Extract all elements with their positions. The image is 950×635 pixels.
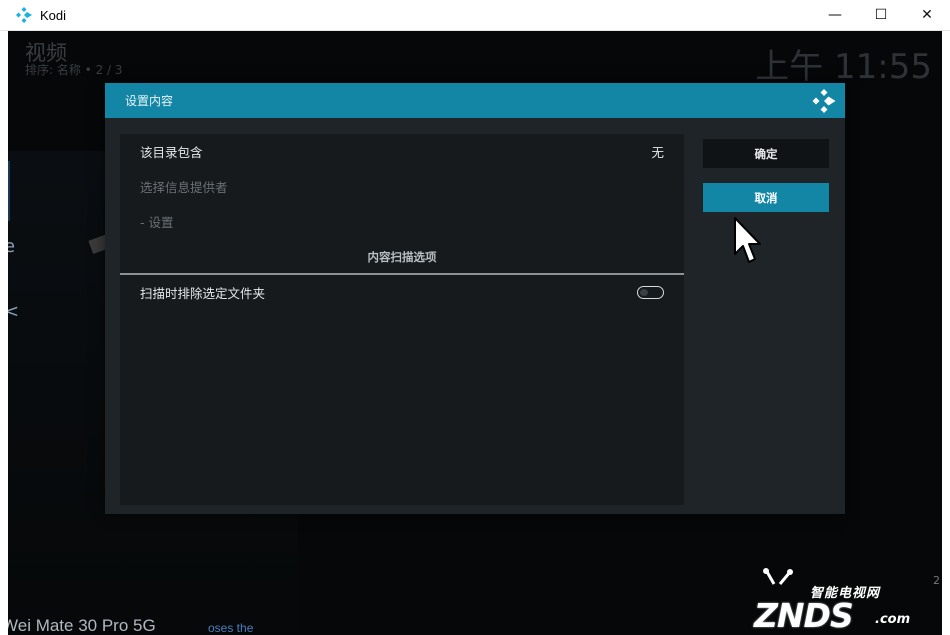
maximize-button[interactable]: ☐ [858, 0, 904, 30]
window-titlebar: Kodi — ☐ ✕ [0, 0, 950, 31]
znds-watermark: 智能电视网 ZNDS .com [748, 566, 928, 635]
row-label: 选择信息提供者 [140, 180, 228, 195]
settings-list: 该目录包含 无 选择信息提供者 - 设置 内容扫描选项 扫描时排除选定文件夹 [120, 134, 684, 505]
tv-antenna-icon [763, 568, 793, 585]
row-value: 无 [651, 145, 664, 160]
exclude-folders-toggle[interactable] [637, 286, 664, 299]
close-button[interactable]: ✕ [904, 0, 950, 30]
row-label: 扫描时排除选定文件夹 [140, 286, 266, 301]
watermark-suffix: .com [875, 612, 911, 627]
background-strip [8, 161, 10, 221]
background-link: oses the [208, 621, 254, 635]
list-item-choose-provider[interactable]: 选择信息提供者 [120, 169, 684, 204]
sort-info: 排序: 名称 • 2 / 3 [25, 63, 123, 77]
dialog-header: 设置内容 [105, 83, 845, 118]
window-title: Kodi [40, 7, 67, 23]
toggle-knob [640, 288, 648, 296]
list-item-directory-contains[interactable]: 该目录包含 无 [120, 134, 684, 169]
kodi-logo-icon [812, 89, 836, 113]
list-item-settings[interactable]: - 设置 [120, 204, 684, 239]
list-item-exclude-folders[interactable]: 扫描时排除选定文件夹 [120, 275, 684, 310]
background-headline: Wei Mate 30 Pro 5G [8, 616, 156, 635]
row-label: - 设置 [140, 215, 174, 230]
row-label: 该目录包含 [140, 145, 203, 160]
corner-char: 2 [933, 574, 940, 587]
watermark-logo-text: ZNDS [754, 596, 854, 635]
side-arrow-icon[interactable]: < [8, 301, 19, 322]
mouse-pointer-icon [734, 217, 761, 263]
kodi-logo-icon [16, 7, 32, 23]
clock: 上午 11:55 [755, 47, 932, 87]
dialog-title: 设置内容 [125, 94, 174, 108]
minimize-button[interactable]: — [812, 0, 858, 30]
kodi-app: e < Wei Mate 30 Pro 5G oses the 视频 排序: 名… [8, 31, 942, 635]
window-controls: — ☐ ✕ [812, 0, 950, 30]
cancel-button[interactable]: 取消 [703, 183, 829, 212]
set-content-dialog: 设置内容 该目录包含 无 选择信息提供者 - 设置 内容扫描选项 扫描时排除选定… [105, 83, 845, 514]
side-char-e: e [8, 236, 16, 257]
ok-button[interactable]: 确定 [703, 139, 829, 168]
section-header: 内容扫描选项 [367, 249, 437, 264]
